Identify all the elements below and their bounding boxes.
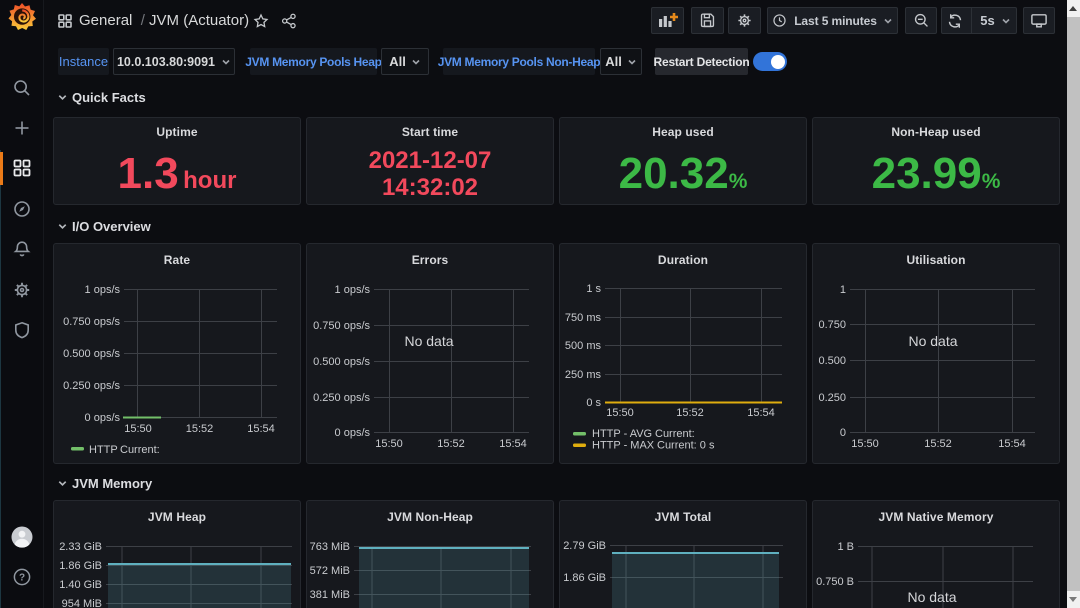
svg-text:0 s: 0 s [586, 397, 601, 409]
svg-text:HTTP - MAX: HTTP - MAX [592, 440, 655, 452]
svg-text:1: 1 [840, 284, 846, 296]
svg-text:15:50: 15:50 [606, 407, 634, 419]
svg-text:763 MiB: 763 MiB [310, 541, 350, 553]
svg-text:2.33 GiB: 2.33 GiB [59, 541, 102, 553]
svg-text:15:54: 15:54 [998, 438, 1026, 450]
svg-text:0 ops/s: 0 ops/s [335, 427, 371, 439]
svg-text:1.86 GiB: 1.86 GiB [563, 572, 606, 584]
svg-text:HTTP: HTTP [89, 444, 118, 456]
svg-text:Current:: Current: [655, 428, 695, 440]
svg-text:?: ? [19, 572, 25, 583]
svg-text:No data: No data [908, 333, 957, 349]
svg-text:954 MiB: 954 MiB [62, 598, 102, 608]
svg-text:0.750 ops/s: 0.750 ops/s [63, 316, 120, 328]
svg-text:0.750 ops/s: 0.750 ops/s [313, 320, 370, 332]
svg-text:0.250 ops/s: 0.250 ops/s [313, 392, 370, 404]
svg-text:0.500 ops/s: 0.500 ops/s [313, 356, 370, 368]
svg-text:1.86 GiB: 1.86 GiB [59, 560, 102, 572]
svg-text:0.250: 0.250 [818, 392, 846, 404]
svg-text:0.750 B: 0.750 B [816, 576, 854, 588]
svg-text:0: 0 [840, 427, 846, 439]
svg-text:2.79 GiB: 2.79 GiB [563, 540, 606, 552]
svg-text:15:54: 15:54 [499, 438, 527, 450]
svg-text:1 ops/s: 1 ops/s [85, 284, 121, 296]
svg-text:500 ms: 500 ms [565, 340, 602, 352]
svg-text:No data: No data [404, 333, 453, 349]
svg-text:15:54: 15:54 [747, 407, 775, 419]
svg-text:15:50: 15:50 [375, 438, 403, 450]
svg-text:1 B: 1 B [837, 541, 854, 553]
svg-text:0.500: 0.500 [818, 355, 846, 367]
svg-text:15:52: 15:52 [924, 438, 952, 450]
svg-text:0.500 ops/s: 0.500 ops/s [63, 348, 120, 360]
svg-text:HTTP - AVG: HTTP - AVG [592, 428, 652, 440]
svg-text:750 ms: 750 ms [565, 312, 602, 324]
svg-text:15:50: 15:50 [124, 423, 152, 435]
svg-text:1.40 GiB: 1.40 GiB [59, 579, 102, 591]
svg-text:0.250 ops/s: 0.250 ops/s [63, 380, 120, 392]
svg-text:381 MiB: 381 MiB [310, 589, 350, 601]
svg-text:15:50: 15:50 [851, 438, 879, 450]
svg-text:250 ms: 250 ms [565, 369, 602, 381]
svg-text:15:52: 15:52 [186, 423, 214, 435]
svg-text:0 ops/s: 0 ops/s [85, 412, 121, 424]
svg-text:572 MiB: 572 MiB [310, 565, 350, 577]
svg-text:No data: No data [907, 589, 956, 605]
svg-text:Current:: Current: [120, 444, 160, 456]
svg-text:1 s: 1 s [586, 283, 601, 295]
svg-text:Current: 0 s: Current: 0 s [657, 440, 715, 452]
svg-text:15:52: 15:52 [437, 438, 465, 450]
svg-text:15:54: 15:54 [247, 423, 275, 435]
svg-text:0.750: 0.750 [818, 319, 846, 331]
svg-text:15:52: 15:52 [676, 407, 704, 419]
svg-text:1 ops/s: 1 ops/s [335, 284, 371, 296]
